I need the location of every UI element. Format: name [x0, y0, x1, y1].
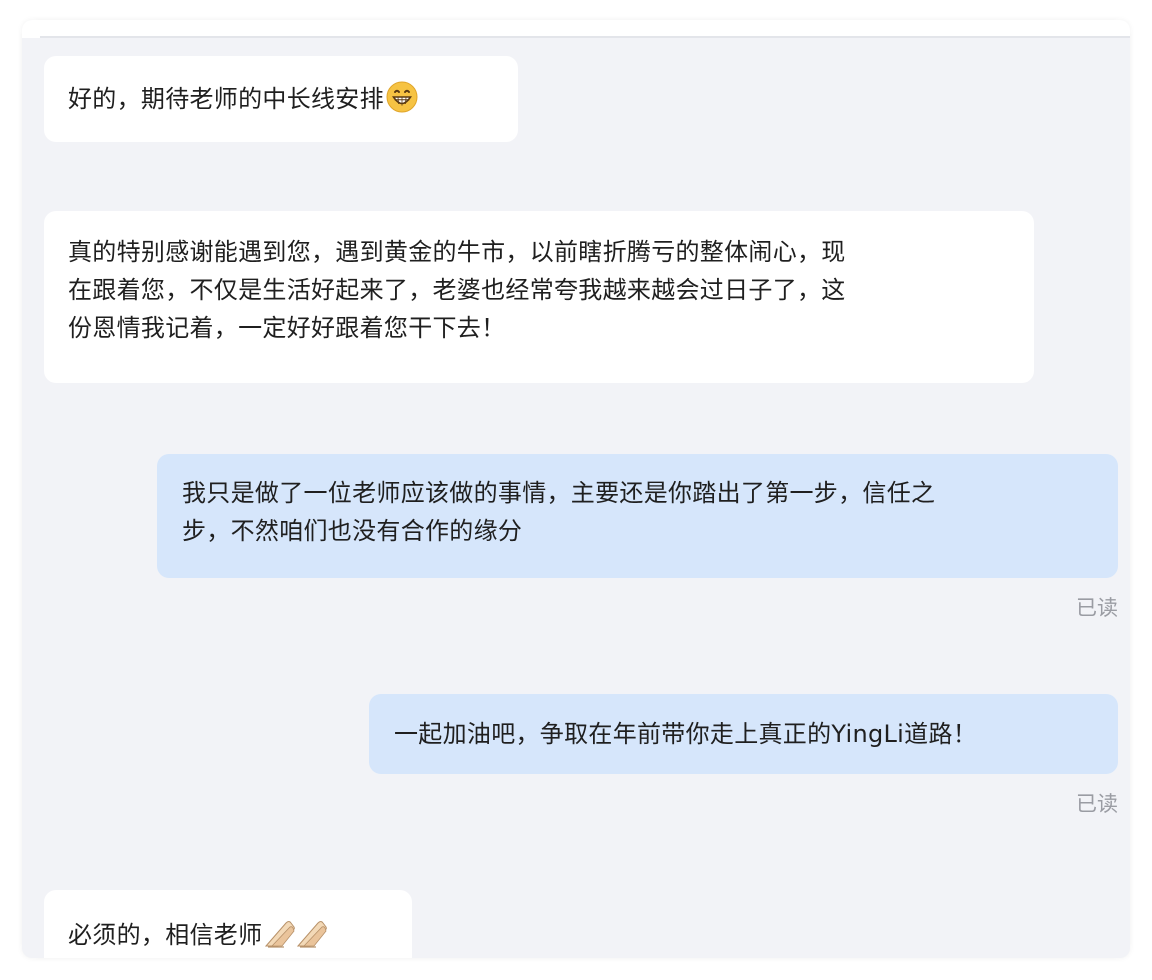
message-bubble-incoming[interactable]: 必须的，相信老师: [44, 890, 412, 958]
message-text: 一起加油吧，争取在年前带你走上真正的YingLi道路！: [394, 720, 978, 748]
grinning-face-icon: [386, 81, 418, 124]
message-bubble-incoming[interactable]: 好的，期待老师的中长线安排: [44, 56, 518, 142]
message-text: 必须的，相信老师: [68, 921, 263, 949]
message-text: 我只是做了一位老师应该做的事情，主要还是你踏出了第一步，信任之 步，不然咱们也没…: [182, 479, 936, 545]
chat-top-divider: [40, 36, 1130, 38]
message-bubble-outgoing[interactable]: 我只是做了一位老师应该做的事情，主要还是你踏出了第一步，信任之 步，不然咱们也没…: [157, 454, 1118, 578]
read-status: 已读: [1076, 596, 1118, 620]
message-text: 真的特别感谢能遇到您，遇到黄金的牛市，以前瞎折腾亏的整体闹心，现 在跟着您，不仅…: [68, 238, 846, 342]
message-text: 好的，期待老师的中长线安排: [68, 85, 384, 113]
message-bubble-outgoing[interactable]: 一起加油吧，争取在年前带你走上真正的YingLi道路！: [369, 694, 1118, 774]
read-status: 已读: [1076, 792, 1118, 816]
chat-panel: 好的，期待老师的中长线安排 真的特别感谢能遇到您，遇到黄金的牛市，以前瞎折腾亏的…: [22, 20, 1130, 958]
folded-hands-icon: [264, 917, 328, 958]
message-bubble-incoming[interactable]: 真的特别感谢能遇到您，遇到黄金的牛市，以前瞎折腾亏的整体闹心，现 在跟着您，不仅…: [44, 211, 1034, 383]
